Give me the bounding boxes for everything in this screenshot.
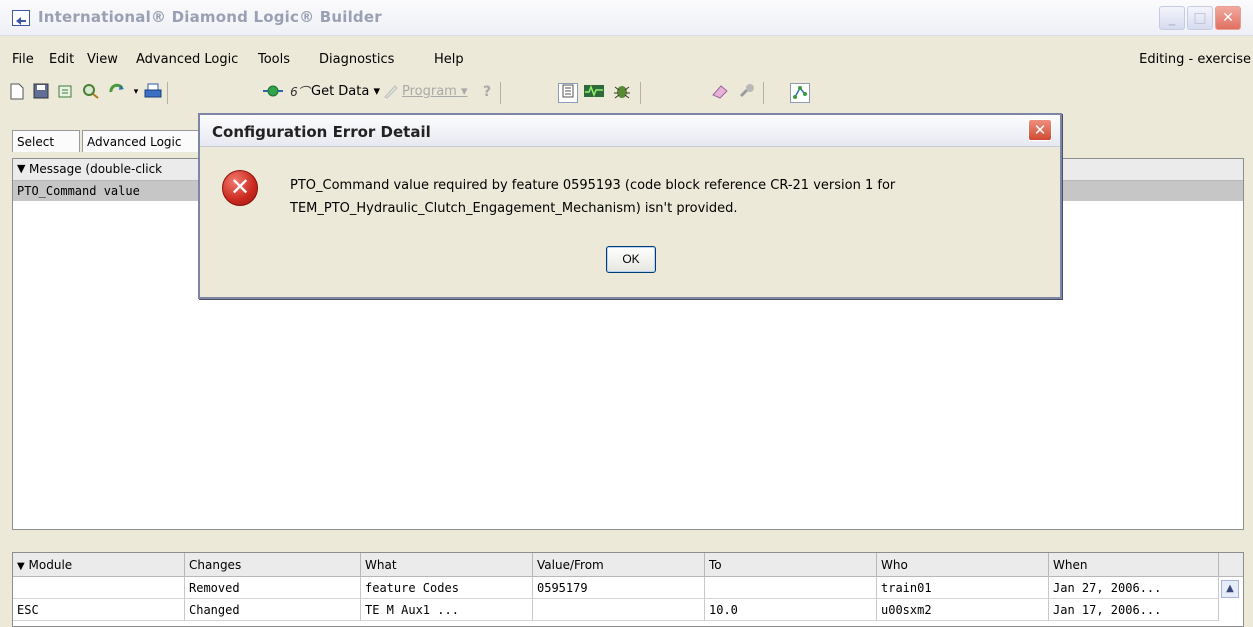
close-window-button[interactable]: ✕	[1215, 6, 1241, 30]
cell-who: u00sxm2	[877, 599, 1049, 621]
menu-bar: File Edit View Advanced Logic Tools Diag…	[0, 50, 1253, 70]
document-icon[interactable]	[558, 83, 578, 103]
column-header-module[interactable]: ▼ Module	[13, 553, 185, 577]
column-header-corner	[1219, 553, 1243, 577]
error-message-line2: TEM_PTO_Hydraulic_Clutch_Engagement_Mech…	[290, 201, 738, 216]
column-header-what[interactable]: What	[361, 553, 533, 577]
plug-icon[interactable]	[738, 83, 756, 101]
toolbar-separator	[500, 82, 501, 104]
get-data-label: Get Data	[311, 84, 370, 99]
column-header-label: Module	[28, 558, 73, 572]
minimize-button[interactable]: _	[1159, 6, 1185, 30]
menu-advanced-logic[interactable]: Advanced Logic	[136, 52, 238, 67]
error-icon: ✕	[222, 170, 258, 206]
cell-when: Jan 17, 2006...	[1049, 599, 1219, 621]
help-icon[interactable]: ?	[478, 83, 496, 101]
error-message-line1: PTO_Command value required by feature 05…	[290, 178, 896, 193]
dialog-title-bar[interactable]: Configuration Error Detail ✕	[200, 115, 1060, 147]
app-icon	[12, 10, 30, 26]
menu-edit[interactable]: Edit	[49, 52, 74, 67]
dialog-close-button[interactable]: ✕	[1028, 119, 1052, 141]
cell-what: feature Codes	[361, 577, 533, 599]
open-icon[interactable]	[56, 83, 74, 101]
configuration-error-dialog: Configuration Error Detail ✕ ✕ PTO_Comma…	[198, 113, 1062, 299]
cell-value-from: 0595179	[533, 577, 705, 599]
cell-changes: Removed	[185, 577, 361, 599]
tab-advanced-logic[interactable]: Advanced Logic	[82, 130, 202, 152]
menu-diagnostics[interactable]: Diagnostics	[319, 52, 394, 67]
refresh-icon[interactable]	[108, 83, 126, 101]
bug-icon[interactable]	[612, 83, 632, 101]
get-data-icon: 6⌒	[290, 85, 310, 99]
program-icon	[382, 83, 400, 101]
cell-to	[705, 577, 877, 599]
column-header-who[interactable]: Who	[877, 553, 1049, 577]
cell-module	[13, 577, 185, 599]
message-text: PTO_Command value	[17, 184, 140, 198]
chevron-down-icon[interactable]: ▾	[127, 83, 145, 101]
toolbar-separator	[167, 82, 168, 104]
column-header-when[interactable]: When	[1049, 553, 1219, 577]
cell-module: ESC	[13, 599, 185, 621]
app-title: International® Diamond Logic® Builder	[38, 8, 382, 26]
tab-select[interactable]: Select	[12, 130, 80, 152]
graph-icon[interactable]	[583, 83, 605, 101]
menu-help[interactable]: Help	[434, 52, 464, 67]
menu-tools[interactable]: Tools	[258, 52, 290, 67]
column-header-to[interactable]: To	[705, 553, 877, 577]
eraser-icon[interactable]	[711, 83, 729, 101]
print-icon[interactable]	[144, 83, 162, 101]
dialog-title: Configuration Error Detail	[212, 123, 431, 141]
column-header-changes[interactable]: Changes	[185, 553, 361, 577]
main-title-bar: International® Diamond Logic® Builder _ …	[0, 0, 1253, 36]
connect-icon[interactable]	[262, 83, 284, 101]
save-icon[interactable]	[32, 83, 50, 101]
column-header-value-from[interactable]: Value/From	[533, 553, 705, 577]
cell-value-from	[533, 599, 705, 621]
cell-to: 10.0	[705, 599, 877, 621]
menu-view[interactable]: View	[87, 52, 118, 67]
cell-who: train01	[877, 577, 1049, 599]
ok-button[interactable]: OK	[606, 246, 656, 273]
find-icon[interactable]	[82, 83, 100, 101]
cell-when: Jan 27, 2006...	[1049, 577, 1219, 599]
program-label: Program	[402, 84, 457, 99]
cell-changes: Changed	[185, 599, 361, 621]
menu-file[interactable]: File	[12, 52, 34, 67]
get-data-button[interactable]: Get Data ▾	[311, 83, 380, 101]
network-icon[interactable]	[790, 83, 810, 103]
message-column-header: Message (double-click	[29, 162, 163, 176]
toolbar-separator	[763, 82, 764, 104]
changes-table: ▼ Module Changes What Value/From To Who …	[12, 552, 1244, 627]
toolbar-separator	[640, 82, 641, 104]
program-button[interactable]: Program ▾	[402, 83, 468, 101]
filter-icon[interactable]: ▼	[17, 561, 25, 572]
maximize-button[interactable]: □	[1187, 6, 1213, 30]
editing-status: Editing - exercise	[1139, 52, 1251, 67]
filter-icon[interactable]: ▼	[17, 162, 25, 175]
new-icon[interactable]	[8, 83, 26, 101]
cell-what: TE M Aux1 ...	[361, 599, 533, 621]
scroll-up-button[interactable]: ▲	[1221, 580, 1239, 598]
toolbar: ▾ 6⌒ Get Data ▾ Program ▾ ?	[0, 80, 840, 106]
